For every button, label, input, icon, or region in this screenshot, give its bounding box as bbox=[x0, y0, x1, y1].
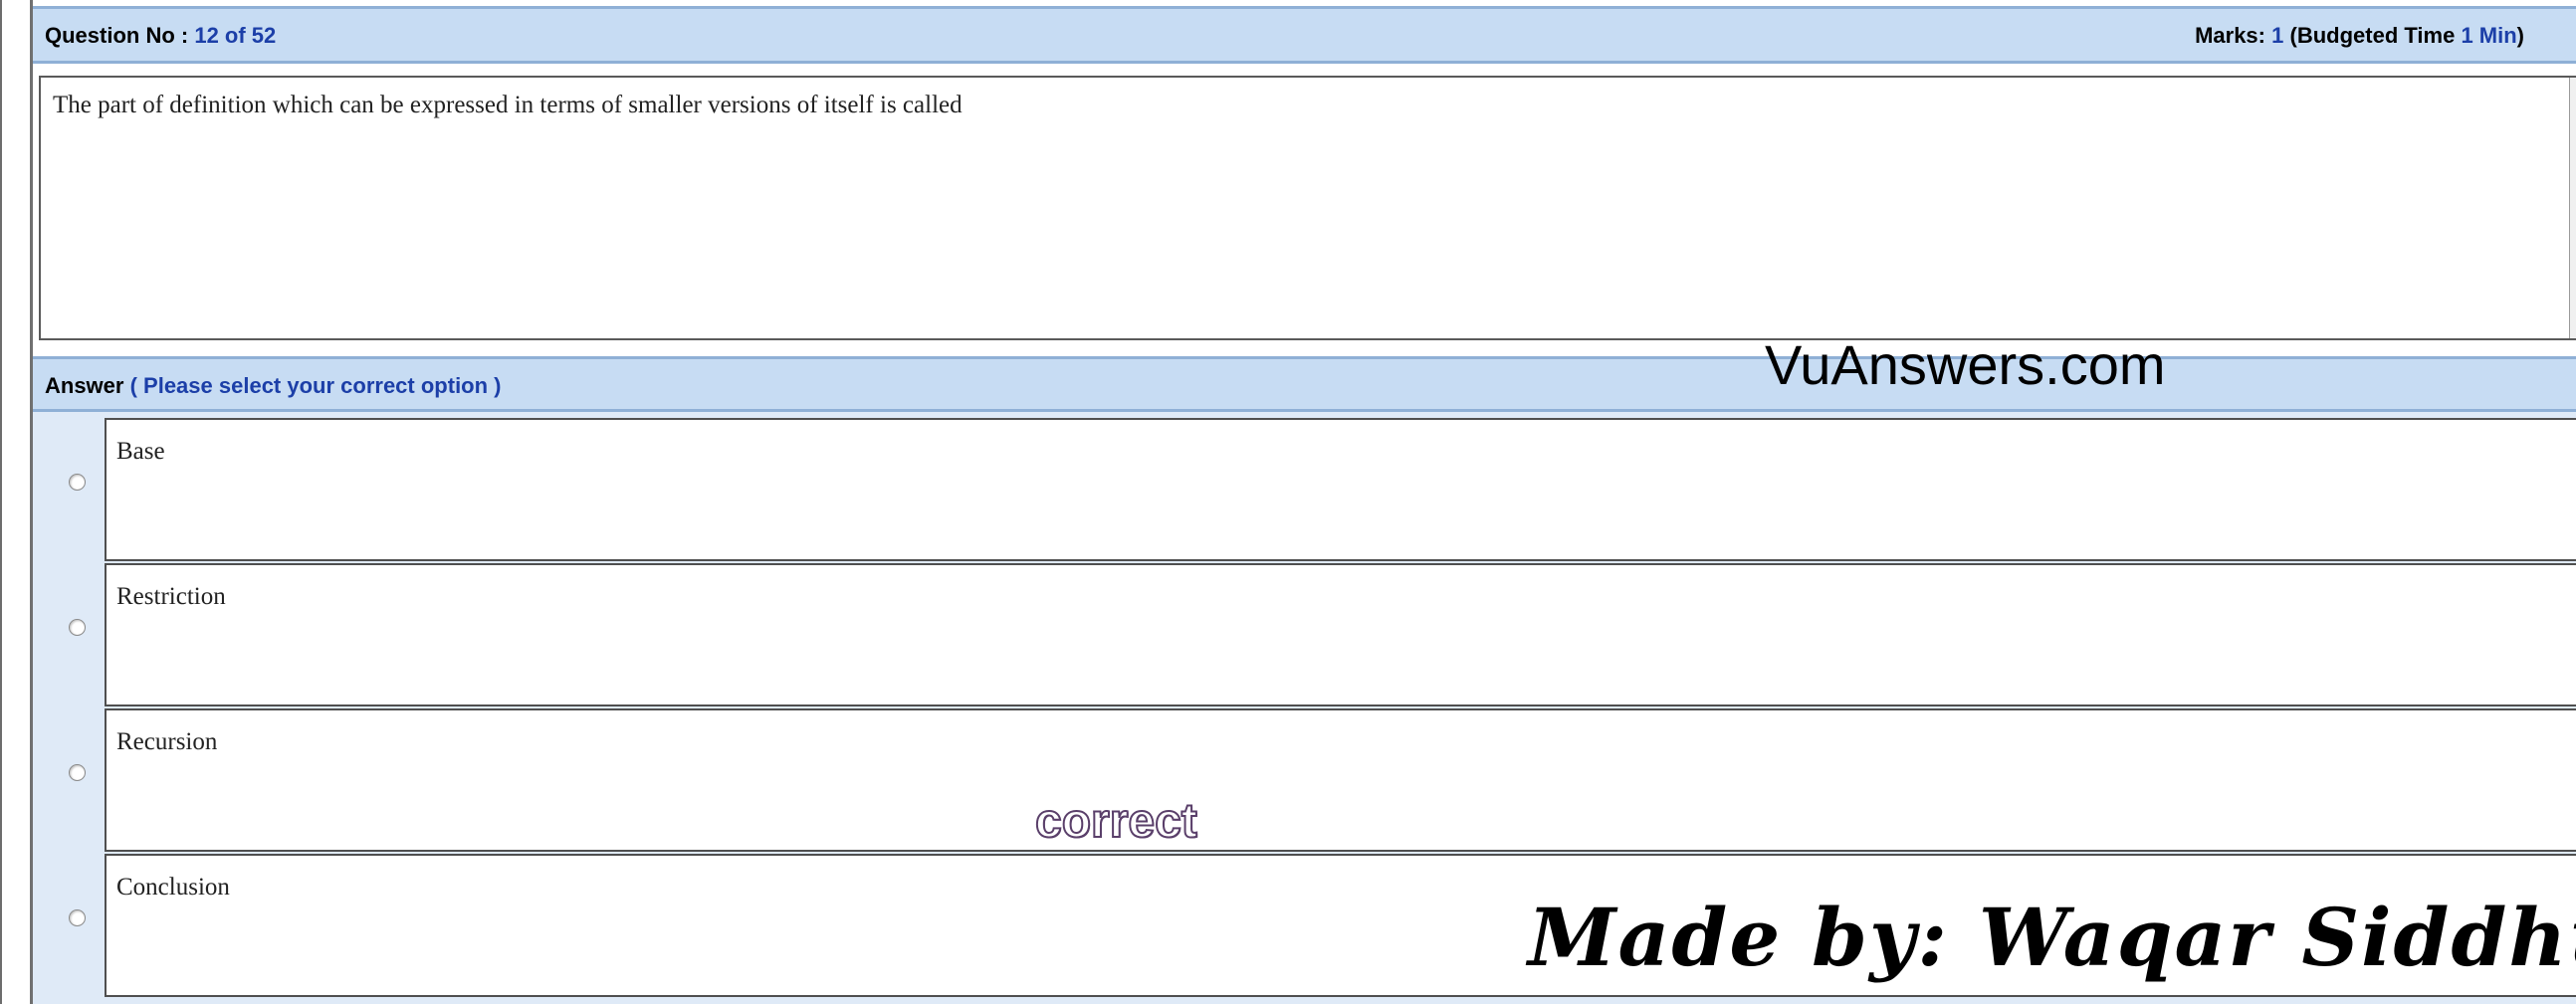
option-box-restriction[interactable]: Restriction bbox=[105, 563, 2576, 706]
question-header: Question No : 12 of 52 Marks: 1 (Budgete… bbox=[33, 6, 2576, 64]
option-box-base[interactable]: Base bbox=[105, 418, 2576, 561]
question-number-label: Question No : bbox=[45, 23, 195, 48]
quiz-panel: Question No : 12 of 52 Marks: 1 (Budgete… bbox=[30, 0, 2576, 1004]
option-radio-restriction[interactable] bbox=[69, 619, 86, 636]
option-row-restriction: Restriction bbox=[33, 557, 2576, 706]
marks-info: Marks: 1 (Budgeted Time 1 Min) bbox=[2195, 23, 2524, 49]
question-number-value: 12 of 52 bbox=[194, 23, 277, 48]
option-label-base: Base bbox=[116, 438, 165, 465]
answer-instruction: ( Please select your correct option ) bbox=[123, 373, 502, 398]
option-box-recursion[interactable]: Recursion bbox=[105, 708, 2576, 852]
option-radio-base[interactable] bbox=[69, 474, 86, 491]
budget-value: 1 Min bbox=[2461, 23, 2517, 48]
option-radio-conclusion[interactable] bbox=[69, 909, 86, 926]
option-label-recursion: Recursion bbox=[116, 728, 218, 755]
option-radio-recursion[interactable] bbox=[69, 764, 86, 781]
marks-label: Marks: bbox=[2195, 23, 2272, 48]
question-scrollbar[interactable] bbox=[2569, 78, 2576, 338]
site-watermark: VuAnswers.com bbox=[1765, 333, 2166, 396]
answer-header: Answer ( Please select your correct opti… bbox=[33, 356, 2576, 412]
window-frame: Question No : 12 of 52 Marks: 1 (Budgete… bbox=[0, 0, 2576, 1004]
option-row-base: Base bbox=[33, 412, 2576, 561]
answer-title: Answer bbox=[45, 373, 124, 398]
marks-value: 1 bbox=[2271, 23, 2284, 48]
option-row-recursion: Recursion bbox=[33, 703, 2576, 852]
budget-close: ) bbox=[2516, 23, 2524, 48]
question-textbox[interactable]: The part of definition which can be expr… bbox=[39, 76, 2576, 340]
question-number: Question No : 12 of 52 bbox=[45, 23, 276, 49]
author-watermark: Made by: Waqar Siddhu bbox=[1528, 891, 2576, 984]
option-label-conclusion: Conclusion bbox=[116, 874, 230, 901]
question-text: The part of definition which can be expr… bbox=[53, 92, 963, 118]
correct-answer-marker: correct bbox=[1034, 794, 1198, 849]
answer-label: Answer ( Please select your correct opti… bbox=[45, 373, 502, 399]
option-label-restriction: Restriction bbox=[116, 583, 226, 610]
budget-label: (Budgeted Time bbox=[2283, 23, 2462, 48]
